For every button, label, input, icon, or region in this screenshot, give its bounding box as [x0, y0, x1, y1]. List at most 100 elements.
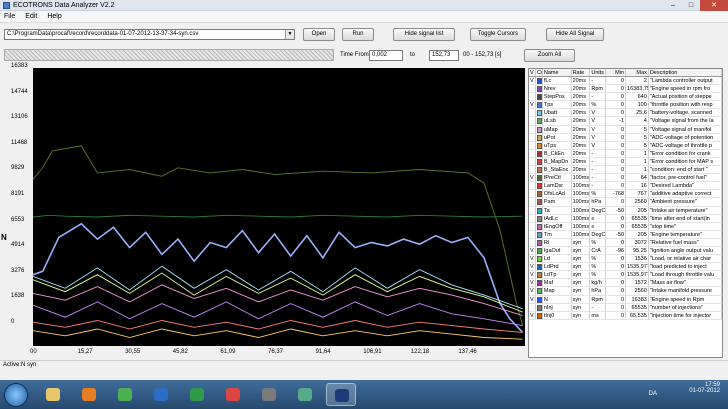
table-row[interactable]: Nrev 20ms Rpm 0 16383,75 "Engine speed in rpm… — [529, 85, 722, 94]
color-swatch[interactable] — [536, 78, 542, 84]
col-color-header[interactable]: Cc — [536, 69, 543, 76]
table-row[interactable]: B_MapDn 20ms -0 1 "Error condition for MAP s — [529, 157, 722, 167]
table-row[interactable]: V Tps 20ms% 0 100 "throttle position with res… — [529, 101, 722, 110]
signal-plot[interactable] — [32, 68, 525, 346]
table-row[interactable]: Pam 100ms hPa 0 2560 "Ambient pressure" — [529, 198, 722, 207]
color-swatch[interactable] — [536, 191, 542, 198]
color-swatch[interactable] — [536, 158, 542, 165]
color-swatch[interactable] — [536, 183, 542, 190]
menu-edit[interactable]: Edit — [25, 13, 37, 20]
zoom-all-button[interactable]: Zoom All — [524, 49, 575, 62]
table-row[interactable]: uTps 20ms V 0 5 "ADC-voltage of throttle p — [529, 141, 722, 150]
hide-signal-list-button[interactable]: Hide signal list — [393, 28, 455, 41]
start-button[interactable] — [4, 383, 28, 407]
media-player-icon[interactable] — [74, 383, 104, 406]
color-swatch[interactable] — [536, 256, 542, 263]
explorer-icon[interactable] — [38, 383, 68, 406]
color-swatch[interactable] — [536, 223, 542, 230]
table-row[interactable]: V Maf syn kg/h 0 1572 "Mass air flow" — [529, 279, 722, 288]
color-swatch[interactable] — [536, 110, 542, 117]
table-row[interactable]: VtInj0 syn ms 0 65,535 "injection time for in… — [529, 311, 722, 320]
col-description-header[interactable]: Description — [649, 69, 722, 76]
clock-date[interactable]: 01-07-2012 — [689, 388, 720, 394]
tool-icon[interactable] — [290, 383, 320, 406]
table-row[interactable]: V LdPrd syn% 0 1535,977 "load predicted to in… — [529, 263, 722, 272]
col-visible-header[interactable]: V — [529, 69, 536, 76]
paint-icon[interactable] — [218, 383, 248, 406]
table-row[interactable]: Tm 100ms DegC -50 205 "Engine temperature" — [529, 230, 722, 239]
color-swatch[interactable] — [536, 167, 542, 174]
language-indicator[interactable]: DA — [649, 391, 657, 397]
open-button[interactable]: Open — [303, 28, 335, 41]
color-swatch[interactable] — [536, 296, 542, 303]
color-swatch[interactable] — [536, 207, 542, 214]
color-swatch[interactable] — [536, 199, 542, 206]
chevron-down-icon[interactable]: ▼ — [285, 30, 294, 39]
table-row[interactable]: VfPreCtl 100ms -0 64 "factor, pre-control fu… — [529, 174, 722, 183]
color-swatch[interactable] — [536, 247, 542, 254]
color-swatch[interactable] — [536, 288, 542, 295]
color-swatch[interactable] — [536, 94, 542, 101]
color-swatch[interactable] — [536, 304, 542, 311]
time-from-input[interactable]: 0,002 — [369, 50, 403, 61]
table-row[interactable]: V Ld syn% 0 1536 "Load, or relative air char — [529, 255, 722, 264]
color-swatch[interactable] — [536, 86, 542, 93]
table-row[interactable]: tEngOff 100ms s 0 65535 "stop time" — [529, 222, 722, 231]
color-swatch[interactable] — [536, 264, 542, 271]
color-swatch[interactable] — [536, 142, 542, 149]
color-swatch[interactable] — [536, 118, 542, 125]
color-swatch[interactable] — [536, 239, 542, 246]
color-swatch[interactable] — [536, 150, 542, 157]
table-row[interactable]: tAdLc 100ms s 0 65535 "time after end of star… — [529, 214, 722, 223]
close-button[interactable]: ✕ — [700, 0, 728, 11]
col-min-header[interactable]: Min — [606, 69, 627, 76]
table-row[interactable]: LamDsr 100ms -0 16 "Desired Lambda" — [529, 182, 722, 191]
color-swatch[interactable] — [536, 134, 542, 141]
table-row[interactable]: uPot 20ms V 0 5 "ADC-voltage of potention — [529, 133, 722, 142]
color-swatch[interactable] — [536, 280, 542, 287]
color-swatch[interactable] — [536, 215, 542, 222]
table-row[interactable]: Ta 100ms DegC -50 205 "Intake air temperature… — [529, 206, 722, 215]
color-swatch[interactable] — [536, 231, 542, 238]
minimize-button[interactable]: – — [664, 0, 682, 11]
table-row[interactable]: B_StaEnc 20ms -0 1 "condition: end of start … — [529, 166, 722, 175]
word-icon[interactable] — [146, 383, 176, 406]
color-swatch[interactable] — [536, 126, 542, 133]
table-row[interactable]: B_CkEn 20ms -0 1 "Error condition for crank — [529, 149, 722, 158]
toggle-cursors-button[interactable]: Toggle Cursors — [470, 28, 526, 41]
hide-all-signal-button[interactable]: Hide All Signal — [546, 28, 604, 41]
row-description: "Intake air temperature" — [649, 206, 722, 214]
file-path-combobox[interactable]: C:\ProgramData\procaf\record\recorddata-… — [4, 29, 295, 40]
color-swatch[interactable] — [536, 175, 542, 182]
run-button[interactable]: Run — [342, 28, 374, 41]
table-row[interactable]: V Map syn hPa 0 2560 "Intake manifold pressure — [529, 287, 722, 296]
table-row[interactable]: uLsb 20ms V -1 4 "Voltage signal from the la — [529, 117, 722, 126]
color-swatch[interactable] — [536, 102, 542, 109]
table-row[interactable]: VfLc 20ms -0 2 "Lambda controller output — [529, 77, 722, 86]
table-row[interactable]: V LdTp syn% 0 1535,977 "Load through throttle… — [529, 271, 722, 280]
col-rate-header[interactable]: Rate — [572, 69, 591, 76]
col-max-header[interactable]: Max — [626, 69, 649, 76]
table-row[interactable]: OfsLcAd 100ms% -768 767 "additive adaptive c… — [529, 190, 722, 199]
table-row[interactable]: nInj syn -0 65535 "number of injections" — [529, 303, 722, 312]
chrome-icon[interactable] — [110, 383, 140, 406]
time-to-input[interactable]: 152,73 — [429, 50, 459, 61]
ecotrons-icon[interactable] — [326, 383, 356, 406]
col-units-header[interactable]: Units — [590, 69, 607, 76]
menu-file[interactable]: File — [4, 13, 15, 20]
table-row[interactable]: StepPos 20ms -0 640 "Actual position of step… — [529, 93, 722, 102]
menu-help[interactable]: Help — [47, 13, 61, 20]
excel-icon[interactable] — [182, 383, 212, 406]
table-row[interactable]: uMap 20ms V 0 5 "Voltage signal of manifol — [529, 125, 722, 134]
table-row[interactable]: Rl syn% 0 3072 "Relative fuel mass" — [529, 238, 722, 247]
table-row[interactable]: Ubatt 20ms V 0 25,6 "battery-voltage, scanned — [529, 109, 722, 118]
maximize-button[interactable]: □ — [682, 0, 700, 11]
chrome-icon-glyph — [118, 388, 132, 401]
table-row[interactable]: V Nsyn Rpm 0 16383 "Engine speed in Rpm — [529, 295, 722, 304]
col-name-header[interactable]: Name — [543, 69, 572, 76]
app-icon[interactable] — [254, 383, 284, 406]
color-swatch[interactable] — [536, 312, 542, 319]
color-swatch[interactable] — [536, 272, 542, 279]
time-scroll-bar[interactable] — [4, 49, 334, 61]
table-row[interactable]: V IgaOut syn CrA -96 95,25 "Ignition angle out… — [529, 246, 722, 256]
